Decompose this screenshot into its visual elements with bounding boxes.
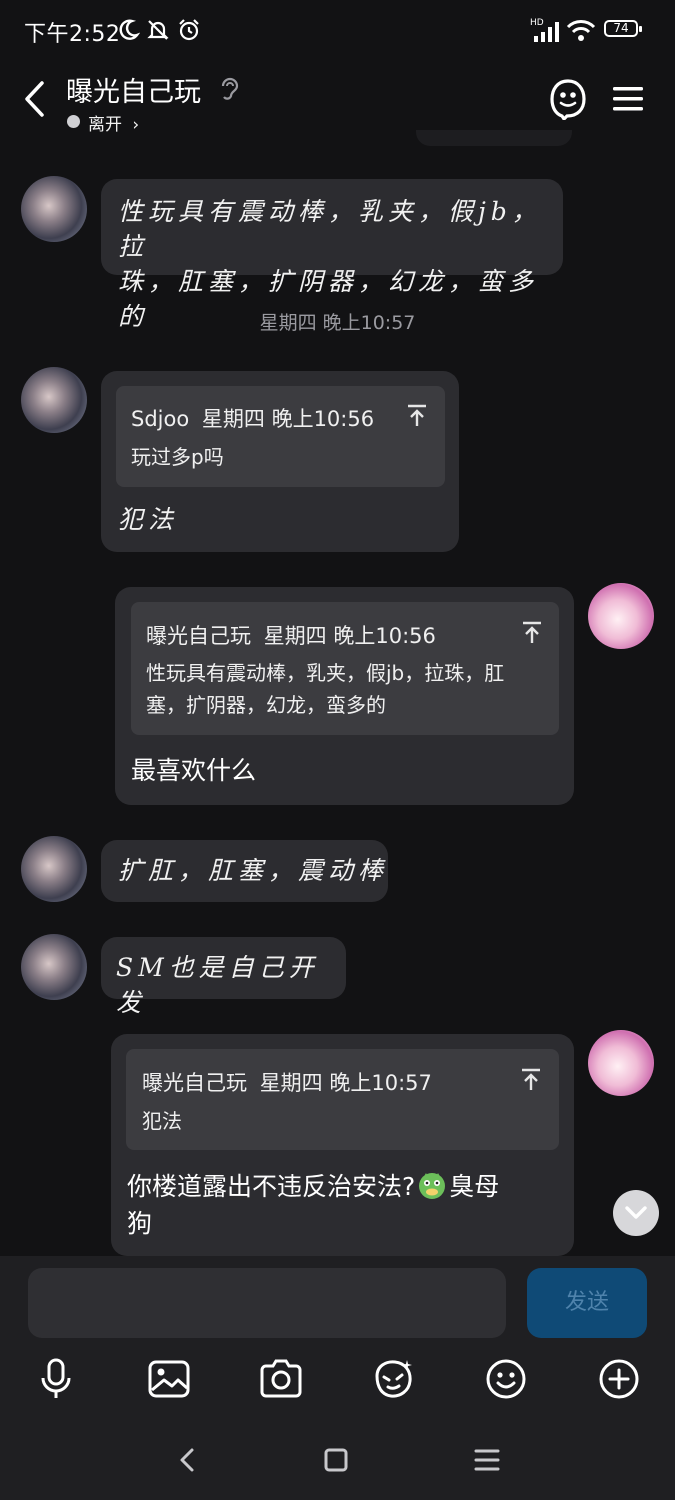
bird-emoji-icon bbox=[419, 1173, 446, 1199]
message-bubble[interactable]: 扩肛，肛塞，震动棒 bbox=[101, 840, 388, 902]
message-text-line: 狗 bbox=[127, 1209, 153, 1238]
moon-icon bbox=[119, 19, 140, 40]
message-text: 最喜欢什么 bbox=[131, 756, 257, 785]
image-icon[interactable] bbox=[146, 1356, 192, 1402]
message-bubble[interactable]: 性玩具有震动棒，乳夹，假jb，拉 珠，肛塞，扩阴器，幻龙，蛮多的 bbox=[101, 179, 563, 331]
message-text: 扩肛，肛塞，震动棒 bbox=[118, 856, 389, 885]
quote-time: 星期四 晚上10:56 bbox=[263, 624, 436, 648]
chevron-down-icon bbox=[625, 1206, 647, 1219]
jump-to-message-icon[interactable] bbox=[520, 1068, 542, 1092]
my-avatar[interactable] bbox=[588, 1030, 654, 1096]
message-text-line: 臭母 bbox=[449, 1172, 500, 1201]
quoted-message[interactable]: Sdjoo 星期四 晚上10:56 玩过多p吗 bbox=[116, 386, 445, 487]
wifi-icon bbox=[566, 20, 596, 41]
quote-text: 玩过多p吗 bbox=[131, 445, 224, 469]
partial-message-bubble bbox=[416, 130, 572, 146]
quoted-message[interactable]: 曝光自己玩 星期四 晚上10:57 犯法 bbox=[126, 1049, 559, 1150]
quote-author: Sdjoo bbox=[131, 407, 190, 431]
message-bubble[interactable]: Sdjoo 星期四 晚上10:56 玩过多p吗 犯法 bbox=[101, 371, 459, 552]
plus-icon[interactable] bbox=[596, 1356, 642, 1402]
jump-to-message-icon[interactable] bbox=[521, 621, 543, 645]
message-text: 犯法 bbox=[118, 505, 179, 534]
ear-icon[interactable] bbox=[218, 76, 240, 102]
scroll-to-bottom-button[interactable] bbox=[613, 1190, 659, 1236]
quote-author: 曝光自己玩 bbox=[146, 624, 251, 648]
quote-text-line: 塞，扩阴器，幻龙，蛮多的 bbox=[146, 693, 386, 717]
nav-recents-icon[interactable] bbox=[467, 1440, 507, 1480]
ghost-icon[interactable] bbox=[548, 78, 588, 120]
message-input[interactable] bbox=[28, 1268, 506, 1338]
presence-status-icon bbox=[67, 115, 80, 128]
contact-avatar[interactable] bbox=[21, 176, 87, 242]
chevron-right-icon: › bbox=[132, 115, 140, 135]
camera-icon[interactable] bbox=[258, 1356, 304, 1402]
contact-avatar[interactable] bbox=[21, 934, 87, 1000]
presence-status[interactable]: 离开 › bbox=[88, 110, 139, 135]
status-time: 下午2:52 bbox=[24, 22, 121, 47]
quote-time: 星期四 晚上10:56 bbox=[201, 407, 375, 431]
message-bubble[interactable]: 曝光自己玩 星期四 晚上10:57 犯法 你楼道露出不违反治安法? 臭母 狗 bbox=[111, 1034, 574, 1256]
timestamp: 星期四 晚上10:57 bbox=[259, 312, 416, 334]
quote-text: 性玩具有震动棒，乳夹，假jb，拉珠，肛 塞，扩阴器，幻龙，蛮多的 bbox=[146, 657, 504, 721]
message-text: 你楼道露出不违反治安法? 臭母 狗 bbox=[127, 1168, 567, 1242]
contact-avatar[interactable] bbox=[21, 836, 87, 902]
chat-title[interactable]: 曝光自己玩 bbox=[66, 70, 201, 109]
quote-text-line: 性玩具有震动棒，乳夹，假jb，拉珠，肛 bbox=[146, 661, 505, 685]
emoji-icon[interactable] bbox=[483, 1356, 529, 1402]
quote-time: 星期四 晚上10:57 bbox=[259, 1071, 432, 1095]
message-text: SM也是自己开发 bbox=[116, 953, 319, 1017]
mute-bell-icon bbox=[147, 20, 169, 40]
message-text-line: 你楼道露出不违反治安法? bbox=[127, 1172, 416, 1201]
alarm-icon bbox=[179, 19, 199, 41]
message-bubble[interactable]: 曝光自己玩 星期四 晚上10:56 性玩具有震动棒，乳夹，假jb，拉珠，肛 塞，… bbox=[115, 587, 574, 805]
sticker-icon[interactable] bbox=[370, 1356, 416, 1402]
microphone-icon[interactable] bbox=[33, 1356, 79, 1402]
quote-text: 犯法 bbox=[142, 1109, 182, 1133]
quote-header: Sdjoo 星期四 晚上10:56 bbox=[131, 403, 374, 433]
quote-author: 曝光自己玩 bbox=[142, 1071, 247, 1095]
send-button[interactable]: 发送 bbox=[527, 1268, 647, 1338]
quote-header: 曝光自己玩 星期四 晚上10:56 bbox=[146, 620, 436, 650]
contact-avatar[interactable] bbox=[21, 367, 87, 433]
jump-to-message-icon[interactable] bbox=[406, 404, 428, 428]
my-avatar[interactable] bbox=[588, 583, 654, 649]
message-text: 性玩具有震动棒，乳夹，假jb，拉 bbox=[118, 197, 542, 261]
nav-home-icon[interactable] bbox=[316, 1440, 356, 1480]
signal-icon bbox=[534, 22, 559, 42]
battery-indicator: 74 bbox=[604, 20, 642, 37]
back-icon[interactable] bbox=[22, 80, 48, 118]
presence-label: 离开 bbox=[88, 115, 122, 135]
quote-header: 曝光自己玩 星期四 晚上10:57 bbox=[142, 1067, 432, 1097]
message-bubble[interactable]: SM也是自己开发 bbox=[101, 937, 346, 1017]
menu-icon[interactable] bbox=[612, 84, 644, 114]
nav-back-icon[interactable] bbox=[168, 1440, 208, 1480]
quoted-message[interactable]: 曝光自己玩 星期四 晚上10:56 性玩具有震动棒，乳夹，假jb，拉珠，肛 塞，… bbox=[131, 602, 559, 735]
